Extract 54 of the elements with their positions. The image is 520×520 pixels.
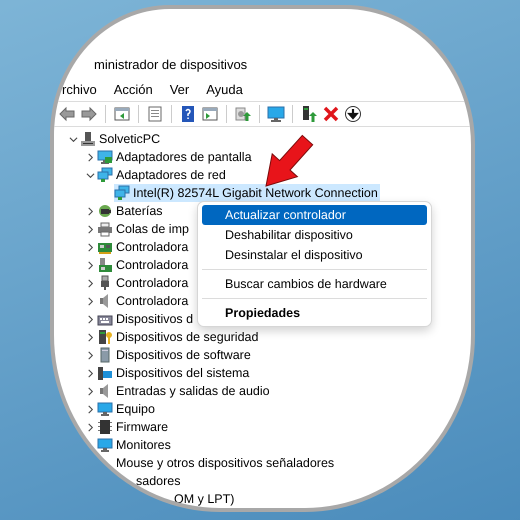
tree-item[interactable]: OM y LPT) — [174, 490, 236, 508]
tree-item[interactable]: Dispositivos del sistema — [97, 364, 252, 382]
tree-item[interactable]: Colas de imp — [97, 220, 191, 238]
key-icon — [97, 329, 113, 345]
tree-item[interactable]: Dispositivos de software — [97, 346, 253, 364]
x-icon[interactable] — [322, 105, 340, 123]
monitor-icon — [97, 401, 113, 417]
chip-icon — [97, 419, 113, 435]
download-icon[interactable] — [344, 105, 362, 123]
usb-card-icon — [97, 257, 113, 273]
menu-item[interactable]: Propiedades — [202, 303, 427, 323]
menu-item[interactable]: Desinstalar el dispositivo — [202, 245, 427, 265]
tree-item[interactable]: Dispositivos d — [97, 310, 196, 328]
monitor-icon — [97, 149, 113, 165]
menu-item[interactable]: rchivo — [62, 82, 97, 96]
tree-item[interactable]: Entradas y salidas de audio — [97, 382, 272, 400]
tree-item[interactable]: Monitores — [97, 436, 173, 454]
printer-icon — [97, 221, 113, 237]
monitor-icon — [97, 437, 113, 453]
tree-item[interactable]: Controladora — [97, 238, 190, 256]
menu-item[interactable]: Acción — [114, 82, 153, 96]
help-icon[interactable] — [179, 105, 197, 123]
window-title: ministrador de dispositivos — [94, 57, 248, 72]
tree-item[interactable]: sadores — [136, 472, 182, 490]
network-icon — [97, 167, 113, 183]
console-tree-icon[interactable] — [113, 105, 131, 123]
menu-item[interactable]: Buscar cambios de hardware — [202, 274, 427, 294]
monitor-icon[interactable] — [267, 105, 285, 123]
tree-item[interactable]: Adaptadores de pantalla — [97, 148, 254, 166]
tree-item[interactable]: Baterías — [97, 202, 165, 220]
tree-item[interactable]: Controladora — [97, 274, 190, 292]
menu-item[interactable]: Actualizar controlador — [202, 205, 427, 225]
tree-item[interactable]: Dispositivos de seguridad — [97, 328, 260, 346]
properties-icon[interactable] — [146, 105, 164, 123]
tree-item[interactable]: Adaptadores de red — [97, 166, 228, 184]
tree-item[interactable]: SolveticPC — [80, 130, 162, 148]
battery-icon — [97, 203, 113, 219]
update-driver-icon[interactable] — [234, 105, 252, 123]
tree-item[interactable]: Firmware — [97, 418, 170, 436]
tree-item[interactable]: Mouse y otros dispositivos señaladores — [97, 454, 336, 472]
tree-item[interactable]: Equipo — [97, 400, 157, 418]
enable-device-icon[interactable] — [300, 105, 318, 123]
action-pane-icon[interactable] — [201, 105, 219, 123]
tree-item[interactable]: Controladora — [97, 292, 190, 310]
back-icon[interactable] — [58, 105, 76, 123]
menu-item[interactable]: Ayuda — [206, 82, 243, 96]
tree-item[interactable]: Controladora — [97, 256, 190, 274]
network-icon — [114, 185, 130, 201]
menu-item[interactable]: Ver — [170, 82, 190, 96]
tree-item[interactable]: Intel(R) 82574L Gigabit Network Connection — [114, 184, 380, 202]
computer-icon — [80, 131, 96, 147]
menu-item[interactable]: Deshabilitar dispositivo — [202, 225, 427, 245]
forward-icon[interactable] — [80, 105, 98, 123]
device-icon — [97, 365, 113, 381]
